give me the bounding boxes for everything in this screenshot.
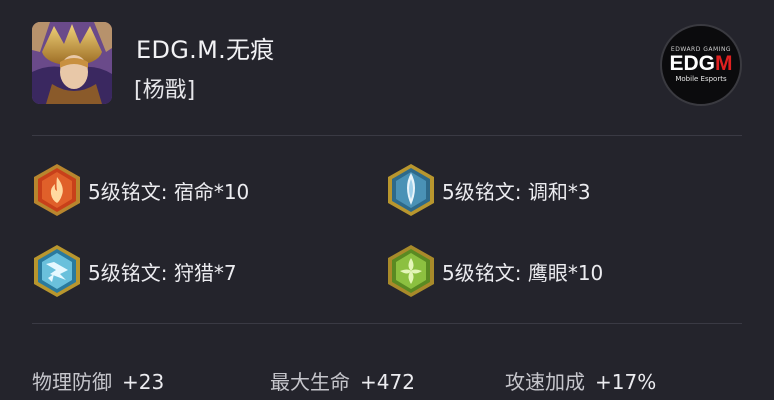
stat-value: +17% [595,370,657,394]
hero-avatar[interactable] [32,22,112,104]
rune-item[interactable]: 5级铭文: 宿命*10 [32,162,249,218]
team-logo-main-text: EDGM [669,53,732,75]
stat-label: 最大生命 [270,370,350,394]
rune-label: 5级铭文: 狩猎*7 [88,260,237,285]
team-logo-main-right: M [715,52,733,75]
red-fire-rune-icon [34,164,80,216]
green-leaf-rune-icon [388,245,434,297]
stat-value: +23 [122,370,165,394]
player-name: EDG.M.无痕 [136,36,275,64]
divider-top [32,135,742,136]
hero-portrait-icon [32,22,112,104]
blue-lightning-rune-icon [34,245,80,297]
rune-item[interactable]: 5级铭文: 调和*3 [386,162,591,218]
stat-physical-defense: 物理防御 +23 [32,366,164,395]
blue-crystal-rune-icon [388,164,434,216]
stat-max-health: 最大生命 +472 [270,366,415,395]
hero-name: [杨戬] [134,78,196,103]
rune-item[interactable]: 5级铭文: 鹰眼*10 [386,243,603,299]
stat-attack-speed: 攻速加成 +17% [505,366,656,395]
stat-value: +472 [360,370,415,394]
rune-summary-card: EDG.M.无痕 [杨戬] EDWARD GAMING EDGM Mobile … [0,0,774,400]
stat-label: 攻速加成 [505,370,585,394]
stat-label: 物理防御 [32,370,112,394]
team-logo-sub-text: Mobile Esports [675,75,727,83]
team-logo: EDWARD GAMING EDGM Mobile Esports [660,24,742,106]
rune-label: 5级铭文: 鹰眼*10 [442,260,604,285]
rune-label: 5级铭文: 宿命*10 [88,179,250,204]
divider-bottom [32,323,742,324]
rune-item[interactable]: 5级铭文: 狩猎*7 [32,243,237,299]
team-logo-main-left: EDG [669,52,715,75]
rune-label: 5级铭文: 调和*3 [442,179,591,204]
